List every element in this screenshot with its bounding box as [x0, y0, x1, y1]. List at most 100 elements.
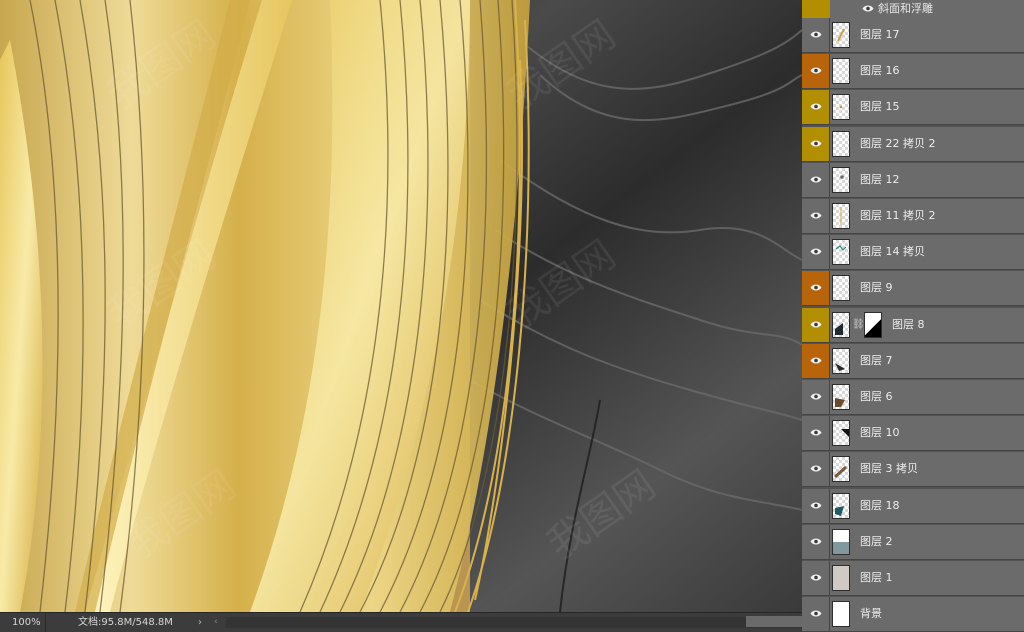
eye-icon[interactable]	[810, 356, 822, 365]
layer-name[interactable]: 图层 16	[860, 54, 900, 88]
layer-visibility-cell[interactable]	[802, 18, 830, 52]
layer-thumbnail	[832, 492, 850, 519]
layer-thumbnail	[832, 94, 850, 121]
layer-effect-bevel-emboss[interactable]: 斜面和浮雕	[802, 0, 1024, 18]
layer-thumbnail	[832, 239, 850, 266]
layer-thumbnail	[832, 384, 850, 410]
document-canvas[interactable]: 我图网 我图网 我图网 我图网 我图网 我图网	[0, 0, 802, 612]
eye-icon[interactable]	[810, 175, 822, 184]
layer-name[interactable]: 图层 12	[860, 163, 900, 197]
layer-row[interactable]: 图层 3 拷贝	[802, 452, 1024, 488]
layer-name[interactable]: 图层 1	[860, 561, 893, 595]
scroll-left-arrow[interactable]: ‹	[214, 613, 218, 632]
layer-row[interactable]: 背景	[802, 597, 1024, 632]
status-bar: 100% 文档:95.8M/548.8M › ‹	[0, 612, 802, 632]
layer-thumbnail	[832, 203, 850, 229]
layer-row[interactable]: 图层 6	[802, 380, 1024, 415]
status-menu-arrow[interactable]: ›	[198, 613, 202, 632]
eye-icon[interactable]	[810, 464, 822, 473]
eye-icon[interactable]	[810, 428, 822, 437]
layer-thumbnail	[832, 166, 850, 193]
eye-icon[interactable]	[810, 211, 822, 220]
layer-name[interactable]: 图层 15	[860, 90, 900, 124]
eye-icon[interactable]	[810, 139, 822, 148]
layer-name[interactable]: 图层 14 拷贝	[860, 235, 925, 269]
layer-row[interactable]: 图层 2	[802, 524, 1024, 560]
layer-visibility-cell[interactable]	[802, 126, 830, 161]
layer-thumbnail	[832, 311, 850, 338]
layer-thumbnail	[832, 601, 850, 628]
layer-row[interactable]: 图层 12	[802, 162, 1024, 198]
layer-visibility-cell[interactable]	[802, 271, 830, 306]
layer-row[interactable]: 图层 22 拷贝 2	[802, 126, 1024, 162]
layer-thumbnail	[832, 347, 850, 374]
link-icon[interactable]: ⛓	[852, 319, 865, 330]
layer-name[interactable]: 图层 8	[892, 308, 925, 342]
eye-icon[interactable]	[810, 283, 822, 292]
horizontal-scrollbar[interactable]	[226, 617, 802, 628]
layer-thumbnail	[832, 58, 850, 85]
layer-row[interactable]: ⛓ 图层 8	[802, 307, 1024, 343]
layer-row[interactable]: 图层 10	[802, 416, 1024, 452]
eye-icon[interactable]	[862, 4, 874, 13]
layer-name[interactable]: 图层 11 拷贝 2	[860, 199, 936, 233]
layer-visibility-cell[interactable]	[802, 235, 830, 270]
zoom-level[interactable]: 100%	[0, 613, 46, 632]
eye-icon[interactable]	[810, 609, 822, 618]
layer-thumbnail	[832, 456, 850, 483]
layer-name[interactable]: 图层 9	[860, 271, 893, 305]
layer-visibility-cell[interactable]	[802, 343, 830, 378]
layer-visibility-cell[interactable]	[802, 162, 830, 197]
layer-visibility-cell[interactable]	[802, 488, 830, 523]
layer-visibility-cell[interactable]	[802, 54, 830, 89]
eye-icon[interactable]	[810, 30, 822, 39]
layers-panel: 斜面和浮雕 图层 17 图层 16 图层 15 图层 22 拷贝 2 图层 12 图层 1…	[802, 0, 1024, 632]
layer-thumbnail	[832, 528, 850, 555]
effect-visibility-cell[interactable]	[802, 0, 830, 18]
layer-visibility-cell[interactable]	[802, 416, 830, 451]
layer-visibility-cell[interactable]	[802, 90, 830, 125]
layer-name[interactable]: 图层 6	[860, 380, 893, 414]
layer-name[interactable]: 图层 22 拷贝 2	[860, 127, 936, 161]
layer-row[interactable]: 图层 7	[802, 343, 1024, 379]
layer-row[interactable]: 图层 15	[802, 90, 1024, 126]
layer-row[interactable]: 图层 18	[802, 488, 1024, 524]
eye-icon[interactable]	[810, 392, 822, 401]
effect-label: 斜面和浮雕	[878, 2, 933, 15]
layer-thumbnail	[832, 420, 850, 447]
layer-visibility-cell[interactable]	[802, 380, 830, 414]
layer-row[interactable]: 图层 11 拷贝 2	[802, 199, 1024, 234]
layer-visibility-cell[interactable]	[802, 597, 830, 632]
horizontal-scroll-thumb[interactable]	[746, 616, 802, 627]
layer-row[interactable]: 图层 14 拷贝	[802, 235, 1024, 271]
layer-row[interactable]: 图层 17	[802, 18, 1024, 53]
eye-icon[interactable]	[810, 501, 822, 510]
layer-visibility-cell[interactable]	[802, 452, 830, 487]
eye-icon[interactable]	[810, 320, 822, 329]
layer-row[interactable]: 图层 16	[802, 54, 1024, 90]
layer-name[interactable]: 图层 3 拷贝	[860, 452, 918, 486]
layer-thumbnail	[832, 565, 850, 591]
eye-icon[interactable]	[810, 573, 822, 582]
layer-name[interactable]: 背景	[860, 597, 882, 631]
layer-thumbnail	[832, 22, 850, 48]
layer-name[interactable]: 图层 2	[860, 525, 893, 559]
eye-icon[interactable]	[810, 66, 822, 75]
layer-visibility-cell[interactable]	[802, 199, 830, 233]
layer-name[interactable]: 图层 7	[860, 344, 893, 378]
eye-icon[interactable]	[810, 537, 822, 546]
layer-row[interactable]: 图层 1	[802, 561, 1024, 596]
layer-name[interactable]: 图层 18	[860, 489, 900, 523]
layer-name[interactable]: 图层 17	[860, 18, 900, 52]
layer-mask-thumbnail[interactable]	[864, 311, 882, 338]
layer-visibility-cell[interactable]	[802, 561, 830, 595]
layer-thumbnail	[832, 130, 850, 157]
layer-row[interactable]: 图层 9	[802, 271, 1024, 307]
layer-visibility-cell[interactable]	[802, 524, 830, 559]
document-size-info: 文档:95.8M/548.8M	[78, 617, 173, 628]
eye-icon[interactable]	[810, 247, 822, 256]
layer-name[interactable]: 图层 10	[860, 416, 900, 450]
layer-thumbnail	[832, 275, 850, 302]
layer-visibility-cell[interactable]	[802, 307, 830, 342]
eye-icon[interactable]	[810, 102, 822, 111]
